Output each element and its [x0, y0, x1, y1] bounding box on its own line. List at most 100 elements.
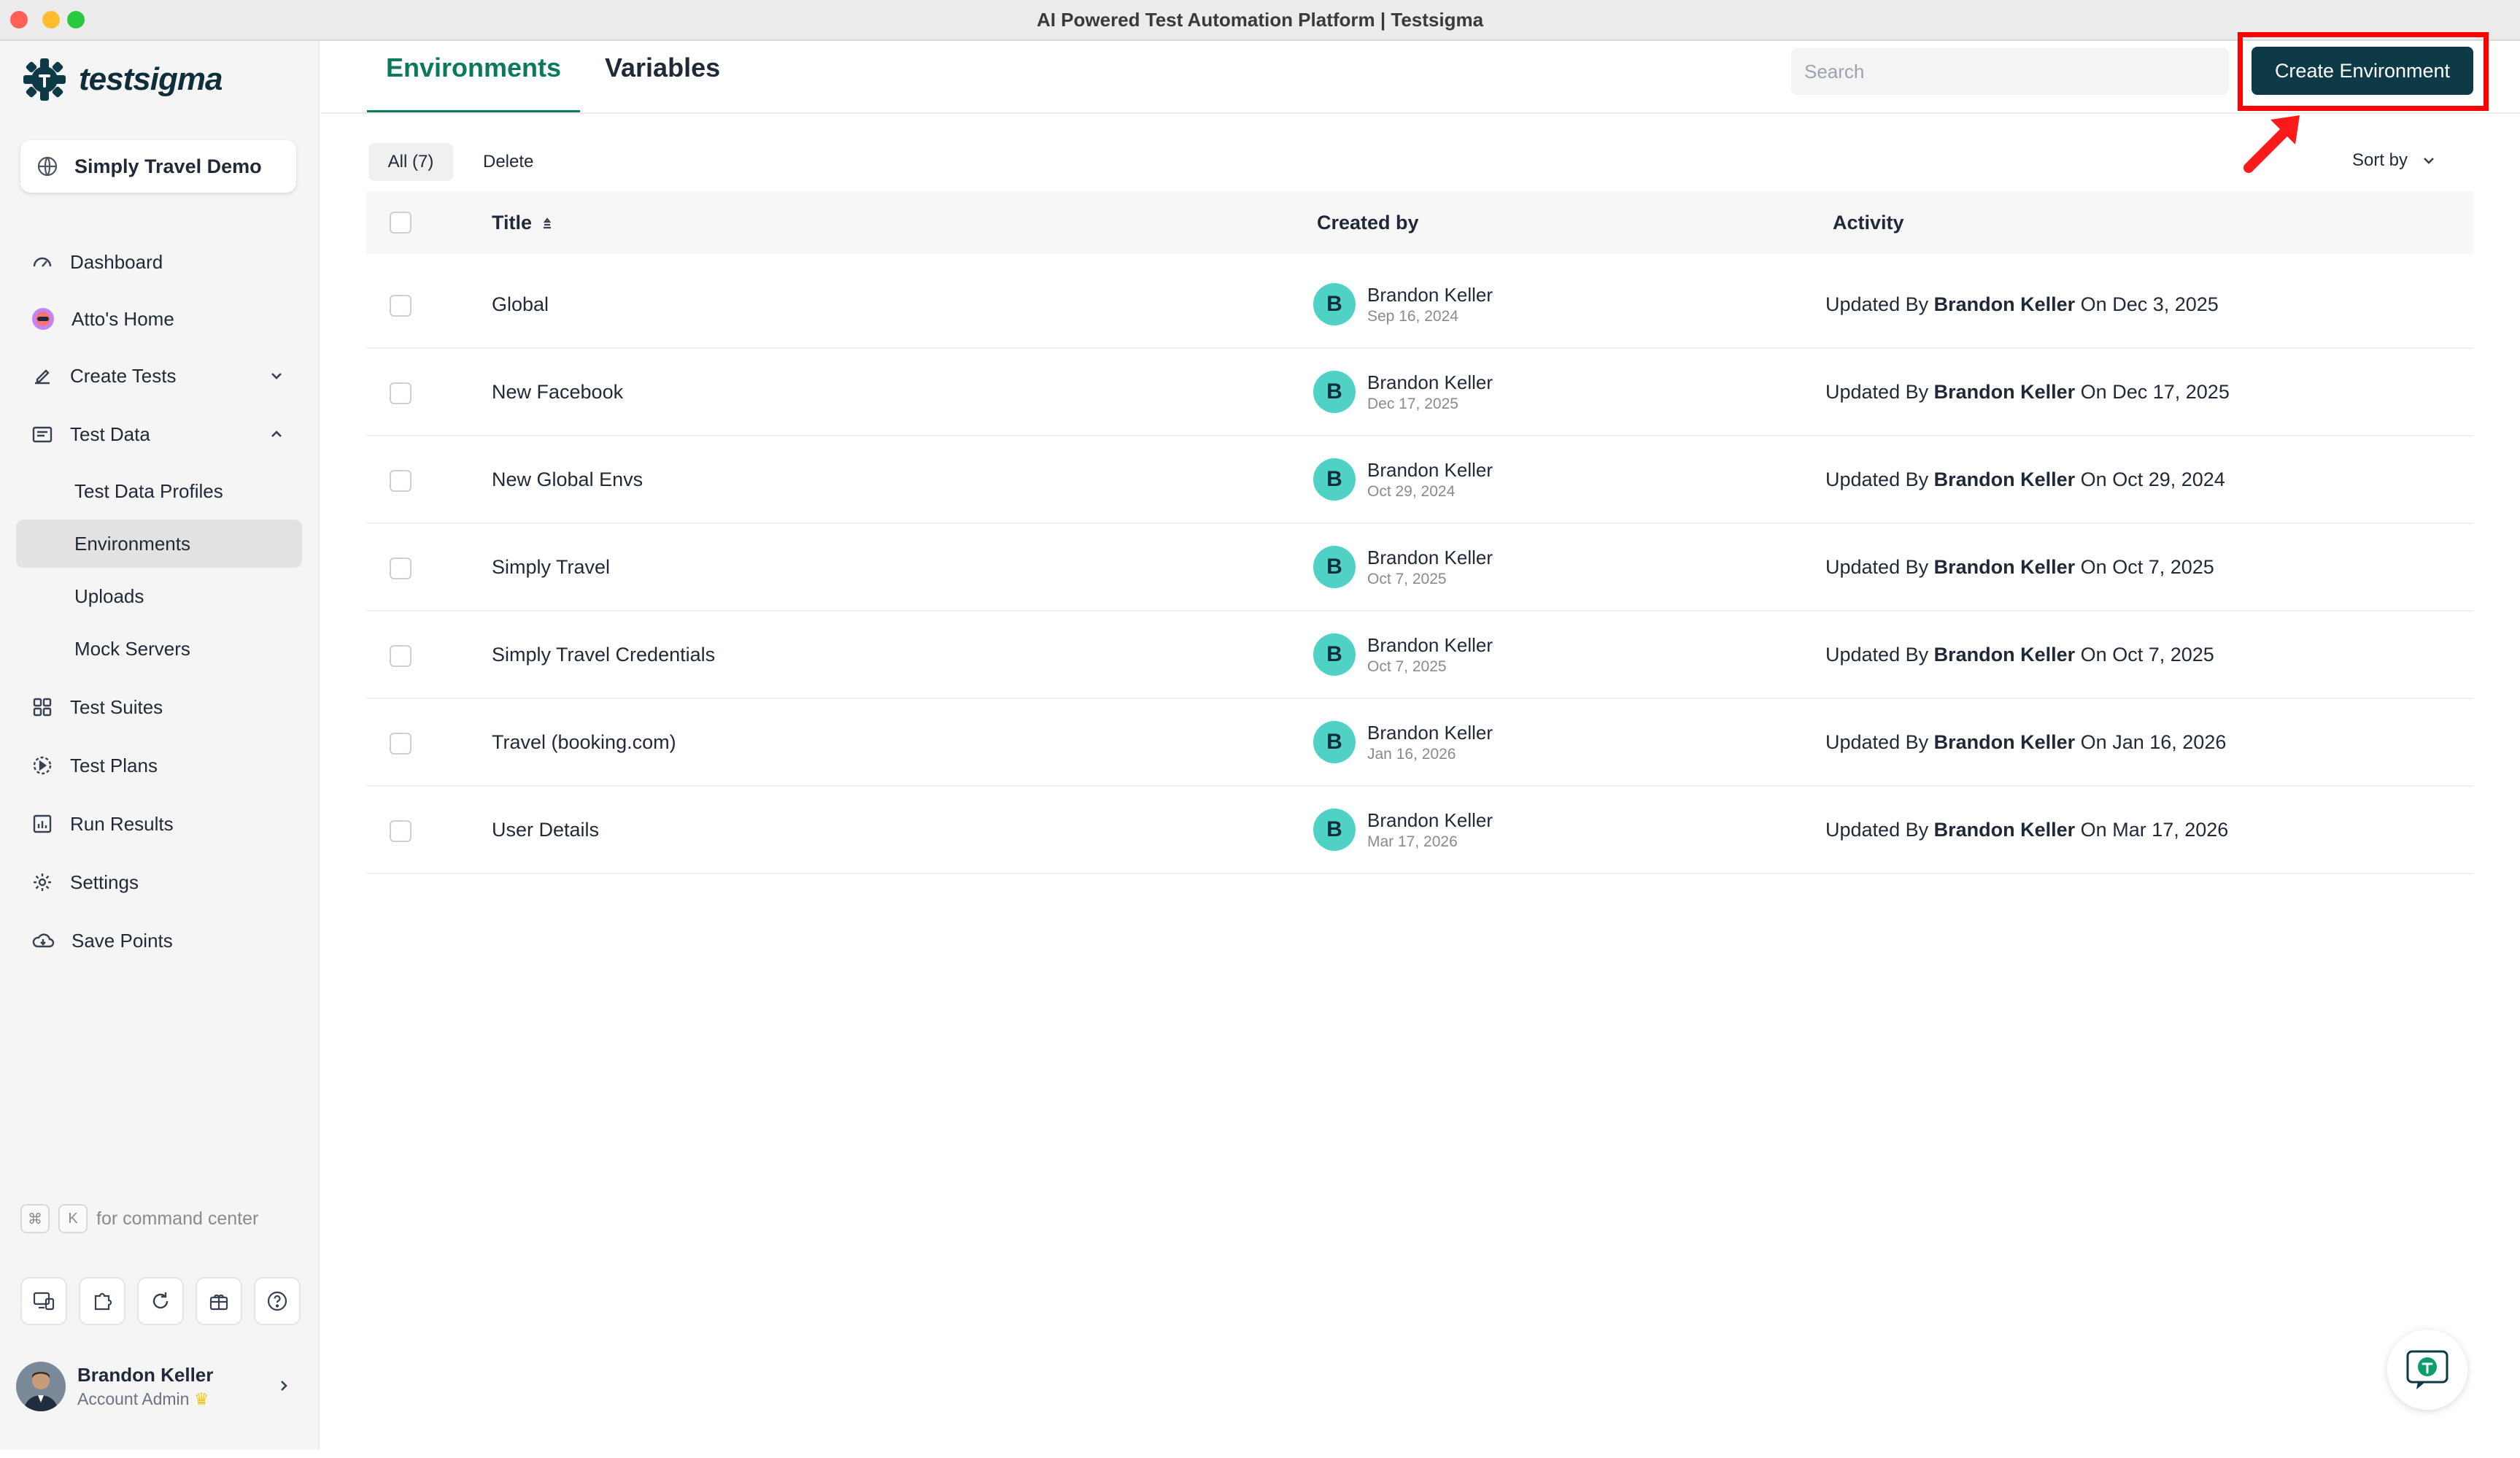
creator-avatar: B [1313, 283, 1356, 325]
addons-button[interactable] [79, 1277, 125, 1325]
row-checkbox[interactable] [390, 558, 411, 579]
gift-icon [209, 1294, 228, 1311]
creator-name: Brandon Keller [1367, 458, 1493, 481]
table-row[interactable]: New Global Envs B Brandon Keller Oct 29, 20… [366, 436, 2473, 524]
creator-name: Brandon Keller [1367, 371, 1493, 393]
tab-variables[interactable]: Variables [605, 53, 720, 114]
creator-info: Brandon Keller Mar 17, 2026 [1367, 809, 1493, 851]
environment-title[interactable]: New Global Envs [492, 468, 643, 491]
table-row[interactable]: Travel (booking.com) B Brandon Keller Jan 1… [366, 699, 2473, 787]
created-date: Mar 17, 2026 [1367, 833, 1458, 850]
help-button[interactable] [254, 1277, 301, 1325]
creator-avatar: B [1313, 721, 1356, 763]
activity-prefix: Updated By [1825, 381, 1929, 403]
devices-button[interactable] [20, 1277, 67, 1325]
column-title[interactable]: Title [492, 212, 555, 234]
row-checkbox[interactable] [390, 645, 411, 667]
whats-new-button[interactable] [196, 1277, 242, 1325]
bar-chart-icon [33, 814, 52, 833]
activity-user: Brandon Keller [1933, 381, 2076, 403]
command-key: ⌘ [20, 1204, 50, 1233]
activity-on: On [2080, 468, 2107, 490]
activity-date: Dec 3, 2025 [2112, 293, 2219, 315]
sidebar-tools [20, 1277, 301, 1325]
chevron-down-icon [271, 373, 282, 379]
search-input[interactable] [1791, 48, 2229, 95]
activity-on: On [2080, 819, 2107, 841]
sort-by-dropdown[interactable]: Sort by [2352, 150, 2437, 171]
sidebar-item-test-plans[interactable]: Test Plans [16, 741, 302, 790]
table-row[interactable]: Simply Travel B Brandon Keller Oct 7, 2025 U… [366, 524, 2473, 612]
activity-date: Oct 7, 2025 [2112, 644, 2214, 666]
table-row[interactable]: New Facebook B Brandon Keller Dec 17, 2025 U… [366, 349, 2473, 436]
row-checkbox[interactable] [390, 820, 411, 842]
created-date: Jan 16, 2026 [1367, 745, 1456, 763]
activity-user: Brandon Keller [1933, 819, 2076, 841]
sidebar-item-create-tests[interactable]: Create Tests [16, 352, 302, 400]
sidebar-item-label: Test Plans [70, 754, 158, 776]
creator-name: Brandon Keller [1367, 809, 1493, 831]
devices-icon [33, 1292, 55, 1311]
sidebar-item-save-points[interactable]: Save Points [16, 917, 302, 965]
row-checkbox[interactable] [390, 733, 411, 755]
activity-date: Oct 7, 2025 [2112, 556, 2214, 578]
sidebar-item-attos-home[interactable]: Atto's Home [16, 295, 302, 343]
header-divider [321, 112, 2520, 114]
activity-cell: Updated By Brandon Keller On Oct 7, 2025 [1825, 644, 2214, 666]
sidebar-item-dashboard[interactable]: Dashboard [16, 238, 302, 286]
sidebar-item-uploads[interactable]: Uploads [16, 572, 302, 620]
environment-title[interactable]: Travel (booking.com) [492, 731, 676, 754]
table-row[interactable]: Simply Travel Credentials B Brandon Keller… [366, 612, 2473, 699]
activity-date: Dec 17, 2025 [2112, 381, 2230, 403]
puzzle-icon [94, 1292, 112, 1311]
delete-button[interactable]: Delete [483, 152, 533, 172]
filter-all[interactable]: All (7) [368, 143, 453, 181]
sidebar-item-settings[interactable]: Settings [16, 858, 302, 906]
sidebar-item-test-data[interactable]: Test Data [16, 410, 302, 458]
sidebar-item-label: Test Suites [70, 695, 163, 718]
gear-icon [34, 873, 51, 891]
sidebar-item-mock-servers[interactable]: Mock Servers [16, 625, 302, 673]
environment-title[interactable]: Global [492, 293, 549, 316]
environment-title[interactable]: New Facebook [492, 381, 623, 404]
activity-cell: Updated By Brandon Keller On Oct 7, 2025 [1825, 556, 2214, 579]
environment-title[interactable]: User Details [492, 819, 599, 841]
activity-on: On [2080, 644, 2107, 666]
creator-avatar: B [1313, 371, 1356, 413]
sidebar-item-test-suites[interactable]: Test Suites [16, 683, 302, 731]
environment-title[interactable]: Simply Travel Credentials [492, 644, 715, 666]
activity-cell: Updated By Brandon Keller On Dec 17, 202… [1825, 381, 2230, 404]
row-checkbox[interactable] [390, 382, 411, 404]
activity-cell: Updated By Brandon Keller On Jan 16, 202… [1825, 731, 2226, 754]
sidebar-item-test-data-profiles[interactable]: Test Data Profiles [16, 467, 302, 515]
user-name: Brandon Keller [77, 1364, 214, 1386]
user-role-row: Account Admin ♛ [77, 1389, 213, 1409]
sidebar-item-environments[interactable]: Environments [16, 520, 302, 568]
project-switcher[interactable]: Simply Travel Demo [20, 140, 296, 193]
row-checkbox[interactable] [390, 295, 411, 317]
creator-avatar: B [1313, 633, 1356, 676]
activity-prefix: Updated By [1825, 644, 1929, 666]
globe-icon [37, 156, 58, 177]
creator-info: Brandon Keller Oct 7, 2025 [1367, 547, 1493, 588]
creator-name: Brandon Keller [1367, 283, 1493, 306]
sync-button[interactable] [137, 1277, 184, 1325]
user-profile[interactable]: Brandon Keller Account Admin ♛ [16, 1357, 302, 1416]
gauge-icon [33, 257, 52, 267]
brand-logo[interactable]: testsigma [20, 55, 223, 104]
tab-environments[interactable]: Environments [367, 53, 580, 114]
table-row[interactable]: User Details B Brandon Keller Mar 17, 2026 U… [366, 787, 2473, 874]
sidebar-item-label: Save Points [71, 929, 173, 952]
floating-assistant-button[interactable] [2387, 1330, 2467, 1410]
chevron-up-icon [271, 431, 282, 437]
created-date: Oct 7, 2025 [1367, 570, 1447, 587]
activity-on: On [2080, 293, 2107, 315]
environment-title[interactable]: Simply Travel [492, 556, 610, 579]
grid-icon [33, 698, 52, 717]
row-checkbox[interactable] [390, 470, 411, 492]
select-all-checkbox[interactable] [390, 212, 411, 234]
creator-avatar: B [1313, 458, 1356, 501]
table-row[interactable]: Global B Brandon Keller Sep 16, 2024 Updated… [366, 261, 2473, 349]
window-title: AI Powered Test Automation Platform | Te… [1036, 9, 1484, 31]
sidebar-item-run-results[interactable]: Run Results [16, 800, 302, 848]
